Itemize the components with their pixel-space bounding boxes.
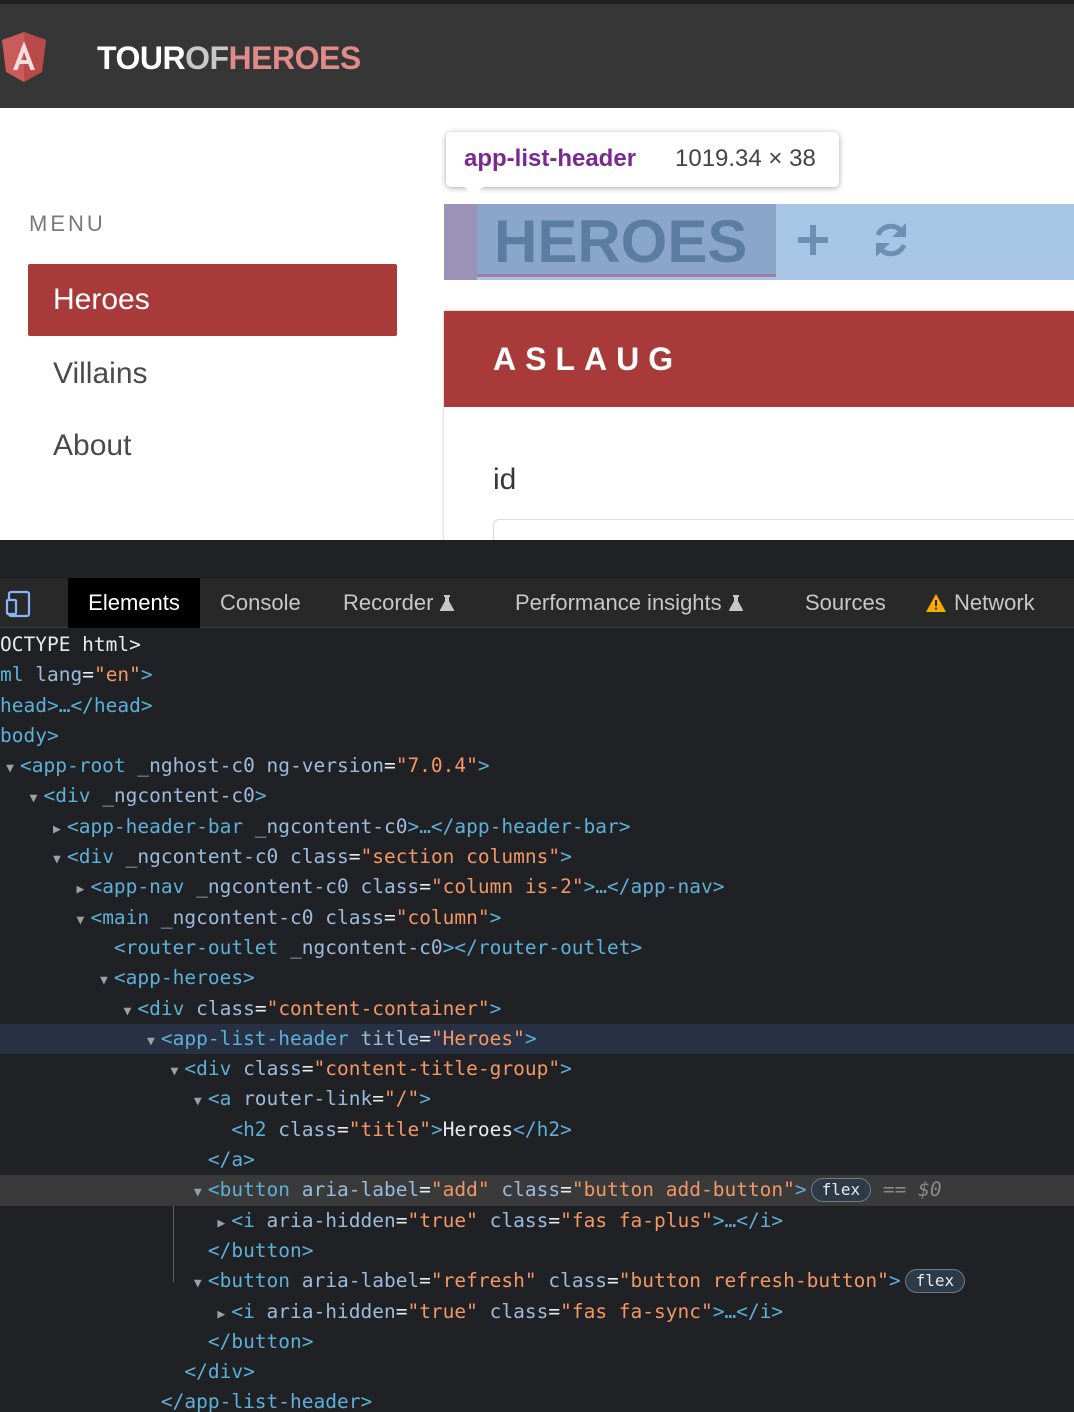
tree-row[interactable]: ▼ <app-heroes> [0, 963, 1074, 993]
expand-triangle-icon[interactable]: ▼ [188, 1178, 208, 1208]
tab-sources[interactable]: Sources [805, 578, 886, 628]
device-toolbar-toggle[interactable] [4, 578, 40, 628]
tree-row[interactable]: ▶ <app-nav _ngcontent-c0 class="column is… [0, 872, 1074, 902]
tree-row[interactable]: </div> [0, 1357, 1074, 1387]
expand-triangle-icon[interactable]: ▼ [141, 1027, 161, 1057]
nav-item-villains[interactable]: Villains [28, 338, 397, 410]
hero-detail-card: ASLAUG id [444, 311, 1074, 540]
collapse-triangle-icon[interactable]: ▶ [47, 815, 67, 845]
device-icon [5, 590, 31, 618]
tree-row[interactable]: ml lang="en"> [0, 660, 1074, 690]
tab-network[interactable]: Network [926, 578, 1035, 628]
warning-icon [926, 594, 946, 612]
tree-row[interactable]: <router-outlet _ngcontent-c0></router-ou… [0, 933, 1074, 963]
dom-tree: OCTYPE html> ml lang="en"> head>…</head>… [0, 630, 1074, 1412]
brand-of: OF [185, 40, 229, 76]
tab-recorder-label: Recorder [343, 590, 434, 615]
tooltip-arrow [464, 186, 484, 196]
tree-row[interactable]: ▶ <i aria-hidden="true" class="fas fa-plu… [0, 1206, 1074, 1236]
expand-triangle-icon[interactable]: ▼ [47, 845, 67, 875]
expand-triangle-icon[interactable]: ▼ [188, 1087, 208, 1117]
tree-row[interactable]: OCTYPE html> [0, 630, 1074, 660]
tab-network-label: Network [954, 590, 1035, 615]
expand-triangle-icon[interactable]: ▼ [23, 784, 43, 814]
tree-row[interactable]: ▼ <div class="content-container"> [0, 994, 1074, 1024]
experimental-beaker-icon [728, 595, 743, 611]
flex-badge[interactable]: flex [810, 1178, 872, 1203]
id-field-input[interactable] [493, 519, 1074, 540]
app-header-bar: TOUROFHEROES [0, 0, 1074, 108]
tree-row[interactable]: body> [0, 721, 1074, 751]
list-title[interactable]: HEROES [494, 204, 747, 280]
element-inspector-tooltip: app-list-header 1019.34 × 38 [446, 132, 839, 196]
collapse-triangle-icon[interactable]: ▶ [211, 1209, 231, 1239]
tab-console[interactable]: Console [220, 578, 301, 628]
hero-name: ASLAUG [493, 341, 683, 377]
sync-icon[interactable] [870, 219, 912, 261]
tab-recorder[interactable]: Recorder [343, 578, 455, 628]
collapse-triangle-icon[interactable]: ▶ [70, 875, 90, 905]
expand-triangle-icon[interactable]: ▼ [0, 754, 20, 784]
tree-row[interactable]: ▼ <app-root _nghost-c0 ng-version="7.0.4"… [0, 751, 1074, 781]
tab-performance-insights[interactable]: Performance insights [515, 578, 744, 628]
tree-row[interactable]: head>…</head> [0, 691, 1074, 721]
console-ref: == $0 [882, 1178, 942, 1202]
tree-row[interactable]: </a> [0, 1145, 1074, 1175]
tree-row[interactable]: ▼ <div _ngcontent-c0> [0, 781, 1074, 811]
expand-triangle-icon[interactable]: ▼ [188, 1269, 208, 1299]
angular-logo-icon[interactable] [2, 32, 46, 82]
tree-row[interactable]: </button> [0, 1236, 1074, 1266]
expand-triangle-icon[interactable]: ▼ [70, 906, 90, 936]
brand-heroes: HEROES [228, 40, 362, 76]
tree-row[interactable]: ▶ <i aria-hidden="true" class="fas fa-syn… [0, 1297, 1074, 1327]
brand-tour: TOUR [97, 40, 186, 76]
collapse-triangle-icon[interactable]: ▶ [211, 1300, 231, 1330]
tree-row-hovered[interactable]: ▼ <app-list-header title="Heroes"> [0, 1023, 1074, 1057]
tab-elements[interactable]: Elements [68, 578, 200, 628]
devtools-resize-bar[interactable] [0, 540, 1074, 578]
tree-row[interactable]: ▼ <a router-link="/"> [0, 1084, 1074, 1114]
brand-title[interactable]: TOUROFHEROES [97, 40, 361, 77]
app-viewport: TOUROFHEROES MENU Heroes Villains About … [0, 0, 1074, 540]
menu-label: MENU [29, 211, 106, 236]
tab-performance-insights-label: Performance insights [515, 590, 722, 615]
expand-triangle-icon[interactable]: ▼ [164, 1057, 184, 1087]
expand-triangle-icon[interactable]: ▼ [94, 966, 114, 996]
devtools-tab-bar: Elements Console Recorder Performance in… [0, 578, 1074, 628]
plus-icon[interactable] [793, 220, 833, 260]
tooltip-element-size: 1019.34 × 38 [675, 145, 816, 172]
devtools-panel: Elements Console Recorder Performance in… [0, 540, 1074, 1412]
tooltip-element-name: app-list-header [464, 145, 637, 172]
tree-row[interactable]: </button> [0, 1327, 1074, 1357]
id-field-label: id [493, 463, 517, 496]
nav-item-heroes[interactable]: Heroes [28, 264, 397, 336]
experimental-beaker-icon [440, 595, 455, 611]
tree-row[interactable]: ▼ <div class="content-title-group"> [0, 1054, 1074, 1084]
expand-triangle-icon[interactable]: ▼ [117, 997, 137, 1027]
tree-row[interactable]: ▼ <button aria-label="refresh" class="but… [0, 1266, 1074, 1296]
tree-row[interactable]: ▼ <div _ngcontent-c0 class="section colum… [0, 842, 1074, 872]
nav-item-about[interactable]: About [28, 410, 397, 482]
flex-badge[interactable]: flex [904, 1269, 966, 1294]
hero-card-header: ASLAUG [444, 311, 1074, 407]
highlight-margin [444, 204, 477, 280]
tree-row[interactable]: ▶ <app-header-bar _ngcontent-c0>…</app-he… [0, 812, 1074, 842]
tree-row-selected[interactable]: ▼ <button aria-label="add" class="button … [0, 1175, 1074, 1208]
tree-row[interactable]: <h2 class="title">Heroes</h2> [0, 1115, 1074, 1145]
tree-row[interactable]: ▼ <main _ngcontent-c0 class="column"> [0, 903, 1074, 933]
tree-row[interactable]: </app-list-header> [0, 1387, 1074, 1412]
